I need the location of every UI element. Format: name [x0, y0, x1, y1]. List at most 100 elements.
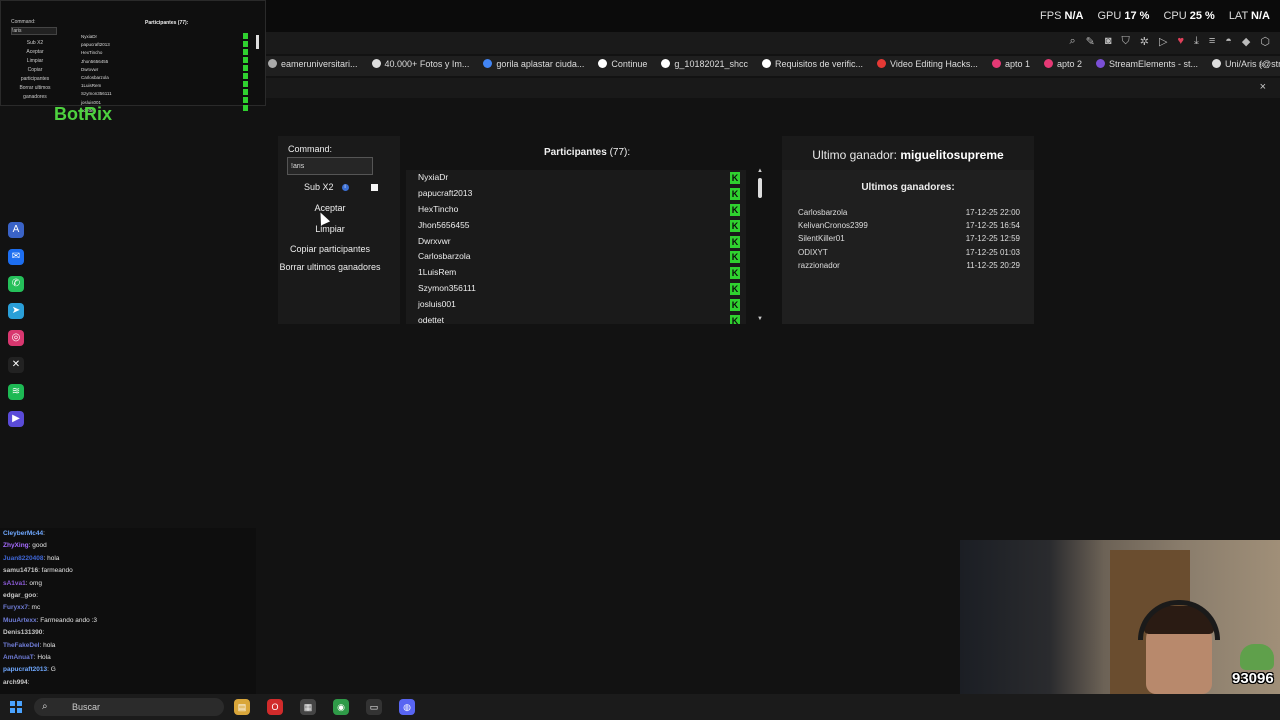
webcam-feed: 93096 — [960, 540, 1280, 694]
bookmark-item[interactable]: Requisitos de verific... — [762, 59, 863, 69]
messenger-icon[interactable]: ✉ — [8, 249, 24, 265]
opera-icon[interactable]: O — [267, 699, 283, 715]
kick-badge-icon[interactable]: K — [730, 299, 740, 312]
command-panel: Command: Sub X2 i Aceptar Limpiar Copiar… — [278, 136, 400, 324]
spotify-icon[interactable]: ≋ — [8, 384, 24, 400]
participant-scrollbar[interactable]: ▲ ▼ — [757, 168, 763, 324]
chat-message: TheFakeDel: hola — [0, 640, 256, 652]
bookmark-item[interactable]: Continue — [598, 59, 647, 69]
download-icon[interactable]: ⤓ — [1194, 35, 1199, 48]
heart-icon[interactable]: ♥ — [1177, 35, 1184, 48]
chat-username[interactable]: CleyberMc44 — [3, 530, 43, 537]
chat-username[interactable]: samu14716 — [3, 567, 38, 574]
kick-badge-icon[interactable]: K — [730, 172, 740, 184]
bookmarks-more-button[interactable]: » — [1258, 59, 1264, 70]
sub-x2-option[interactable]: Sub X2 i — [304, 182, 378, 192]
instagram-icon[interactable]: ◎ — [8, 330, 24, 346]
bookmark-item[interactable]: Uni/Aris (@streame... — [1212, 59, 1280, 69]
winner-date: 17-12-25 16:54 — [965, 221, 1020, 231]
preview-command-input: !aris — [11, 27, 57, 35]
profile-icon[interactable]: ◓ — [1225, 35, 1232, 48]
shield-icon[interactable]: ⛉ — [1122, 35, 1130, 48]
chat-username[interactable]: ZhyXing — [3, 542, 29, 549]
chat-username[interactable]: arch994 — [3, 679, 28, 686]
kick-badge-icon[interactable]: K — [730, 219, 740, 232]
player-icon[interactable]: ▶ — [8, 411, 24, 427]
command-input[interactable] — [287, 157, 373, 175]
scroll-up-icon[interactable]: ▲ — [757, 168, 763, 174]
box-icon[interactable]: ⬡ — [1260, 35, 1270, 48]
kick-badge-icon[interactable]: K — [730, 283, 740, 296]
participant-row: Carlosbarzola K — [406, 249, 746, 265]
bookmark-item[interactable]: eameruniversitari... — [268, 59, 358, 69]
winner-name: KelivanCronos2399 — [798, 221, 868, 231]
participant-name: Szymon356111 — [418, 283, 476, 294]
bookmark-item[interactable]: apto 1 — [991, 59, 1030, 69]
chat-username[interactable]: sA1va1 — [3, 580, 26, 587]
discord-icon[interactable]: ◍ — [399, 699, 415, 715]
telegram-icon[interactable]: ➤ — [8, 303, 24, 319]
app-icon[interactable]: A — [8, 222, 24, 238]
scroll-down-icon[interactable]: ▼ — [757, 316, 763, 322]
chat-username[interactable]: Juan8220408 — [3, 555, 43, 562]
kick-badge-icon[interactable]: K — [730, 235, 740, 248]
chat-text: : hola — [43, 554, 60, 562]
participant-name: Dwrxvwr — [418, 235, 451, 246]
accept-button[interactable]: Aceptar — [278, 203, 382, 213]
edit-icon[interactable]: ✎ — [1086, 35, 1095, 48]
bookmark-icon — [762, 59, 771, 68]
sub-x2-checkbox[interactable] — [370, 183, 378, 191]
close-icon[interactable]: × — [1260, 81, 1266, 93]
windows-start-icon[interactable] — [10, 701, 22, 713]
chat-username[interactable]: edgar_goo — [3, 592, 36, 599]
chat-username[interactable]: papucraft2013 — [3, 666, 47, 673]
bookmark-item[interactable]: apto 2 — [1043, 59, 1082, 69]
kick-badge-icon[interactable]: K — [730, 251, 740, 264]
bookmark-item[interactable]: StreamElements - st... — [1096, 59, 1198, 69]
chat-message: arch994: — [0, 677, 256, 689]
info-icon[interactable]: i — [341, 183, 349, 191]
chat-username[interactable]: Denis131390 — [3, 629, 42, 636]
bookmark-item[interactable]: 40.000+ Fotos y Im... — [371, 59, 469, 69]
menu-icon[interactable]: ≡ — [1209, 35, 1215, 48]
participant-name: 1LuisRem — [418, 267, 457, 278]
camera-icon[interactable]: ◙ — [1105, 35, 1112, 48]
frog-icon — [1240, 644, 1274, 670]
extension-icon[interactable]: ✲ — [1140, 35, 1149, 48]
preview-kick-marker — [243, 65, 248, 71]
kick-badge-icon[interactable]: K — [730, 267, 740, 280]
kick-badge-icon[interactable]: K — [730, 315, 740, 324]
participant-name: Carlosbarzola — [418, 251, 471, 262]
clear-button[interactable]: Limpiar — [278, 224, 382, 234]
diamond-icon[interactable]: ◆ — [1242, 35, 1250, 48]
delete-last-winners-button[interactable]: Borrar ultimos ganadores — [278, 262, 382, 272]
chat-username[interactable]: TheFakeDel — [3, 642, 40, 649]
file-explorer-icon[interactable]: ▤ — [234, 699, 250, 715]
taskbar-search[interactable]: Buscar — [34, 698, 224, 716]
chat-text: : — [43, 530, 45, 537]
terminal-icon[interactable]: ▭ — [366, 699, 382, 715]
chat-username[interactable]: AmAnuaT — [3, 654, 34, 661]
play-icon[interactable]: ▷ — [1159, 35, 1167, 48]
x-icon[interactable]: ✕ — [8, 357, 24, 373]
participant-name: Jhon5656455 — [418, 219, 470, 230]
bookmark-item[interactable]: g_10182021_shcc — [661, 59, 748, 69]
whatsapp-icon[interactable]: ✆ — [8, 276, 24, 292]
preview-participant-name: HexTincho — [81, 50, 103, 56]
bookmark-item[interactable]: gorila aplastar ciuda... — [483, 59, 584, 69]
bookmark-item[interactable]: Video Editing Hacks... — [877, 59, 978, 69]
chrome-icon[interactable]: ◉ — [333, 699, 349, 715]
kick-badge-icon[interactable]: K — [730, 203, 740, 216]
copy-participants-button[interactable]: Copiar participantes — [278, 244, 382, 254]
chat-message: MuuArtexx: Farmeando ando :3 — [0, 615, 256, 627]
kick-badge-icon[interactable]: K — [730, 187, 740, 200]
app-icon[interactable]: ▦ — [300, 699, 316, 715]
chat-username[interactable]: Furyxx7 — [3, 604, 28, 611]
participant-name: NyxiaDr — [418, 172, 449, 182]
scroll-thumb[interactable] — [758, 178, 762, 198]
preview-kick-marker — [243, 97, 248, 103]
search-icon[interactable]: ⌕ — [1069, 35, 1075, 48]
chat-username[interactable]: MuuArtexx — [3, 617, 37, 624]
participant-list: NyxiaDr Kpapucraft2013 K HexTincho K Jhon5656… — [406, 170, 746, 324]
participants-panel: Participantes (77): NyxiaDr Kpapucraft201… — [406, 136, 766, 324]
